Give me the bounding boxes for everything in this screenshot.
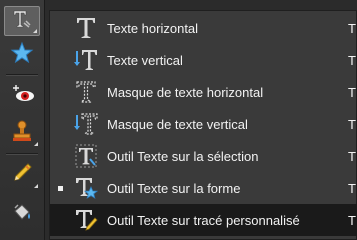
- menu-item-vertical-type[interactable]: Texte vertical T: [50, 44, 357, 76]
- horizontal-type-icon: [72, 14, 100, 42]
- menu-item-horizontal-type-mask[interactable]: Masque de texte horizontal T: [50, 76, 357, 108]
- pencil-tool-button[interactable]: [4, 160, 40, 190]
- type-tool-button[interactable]: [4, 6, 40, 36]
- clone-stamp-tool-button[interactable]: [4, 118, 40, 148]
- menu-item-label: Texte horizontal: [107, 20, 199, 36]
- paint-bucket-tool-button[interactable]: [4, 200, 40, 230]
- star-shape-icon: [10, 41, 34, 70]
- text-on-path-icon: [72, 206, 100, 234]
- red-eye-tool-button[interactable]: [4, 80, 40, 110]
- type-tool-flyout-menu: Texte horizontal T Texte vertical T Masq…: [49, 10, 357, 240]
- menu-item-horizontal-type[interactable]: Texte horizontal T: [50, 12, 357, 44]
- shortcut-key: T: [348, 148, 356, 164]
- shortcut-key: T: [348, 180, 356, 196]
- pencil-icon: [10, 161, 34, 190]
- shortcut-key: T: [348, 212, 356, 228]
- current-tool-bullet: [58, 185, 63, 191]
- menu-item-label: Outil Texte sur la forme: [107, 180, 241, 196]
- shape-tool-button[interactable]: [4, 40, 40, 70]
- menu-item-text-on-shape[interactable]: Outil Texte sur la forme T: [50, 172, 357, 204]
- flyout-indicator: [34, 184, 38, 188]
- shortcut-key: T: [348, 20, 356, 36]
- menu-item-label: Masque de texte vertical: [107, 116, 248, 132]
- text-on-shape-icon: [72, 174, 100, 202]
- tool-separator: [6, 153, 38, 155]
- vertical-type-mask-icon: [72, 110, 100, 138]
- shortcut-key: T: [348, 52, 356, 68]
- menu-item-label: Masque de texte horizontal: [107, 84, 264, 100]
- menu-item-label: Outil Texte sur tracé personnalisé: [107, 212, 300, 228]
- menu-item-label: Outil Texte sur la sélection: [107, 148, 259, 164]
- stamp-icon: [10, 119, 34, 148]
- vertical-type-icon: [72, 46, 100, 74]
- flyout-indicator: [34, 142, 38, 146]
- paint-bucket-icon: [10, 201, 34, 230]
- menu-item-text-on-custom-path[interactable]: Outil Texte sur tracé personnalisé T: [50, 204, 357, 236]
- text-on-selection-icon: [72, 142, 100, 170]
- menu-item-vertical-type-mask[interactable]: Masque de texte vertical T: [50, 108, 357, 140]
- app-window: Texte horizontal T Texte vertical T Masq…: [0, 0, 357, 240]
- red-eye-icon: [9, 82, 35, 109]
- horizontal-type-mask-icon: [72, 78, 100, 106]
- tool-separator: [6, 74, 38, 76]
- shortcut-key: T: [348, 116, 356, 132]
- flyout-indicator: [33, 29, 37, 33]
- menu-item-label: Texte vertical: [107, 52, 183, 68]
- menu-item-text-on-selection[interactable]: Outil Texte sur la sélection T: [50, 140, 357, 172]
- type-t-icon: [11, 8, 33, 35]
- shortcut-key: T: [348, 84, 356, 100]
- tools-panel: [0, 0, 45, 240]
